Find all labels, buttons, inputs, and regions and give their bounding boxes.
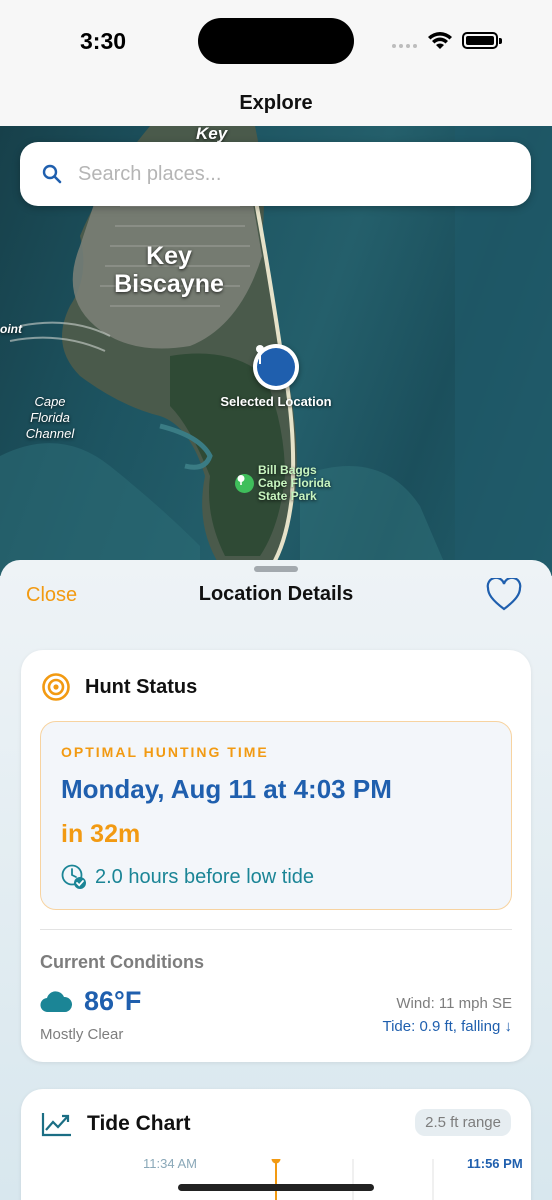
cellular-signal-icon [392, 44, 417, 48]
status-bar: 3:30 [0, 0, 552, 80]
park-icon[interactable] [235, 474, 254, 493]
optimal-time-panel: OPTIMAL HUNTING TIME Monday, Aug 11 at 4… [40, 721, 512, 910]
sheet-title: Location Details [198, 583, 354, 605]
temperature-value: 86°F [84, 986, 142, 1016]
location-details-sheet: Close Location Details Hunt Status OPTIM… [0, 560, 552, 1200]
divider [40, 929, 512, 930]
battery-icon [462, 32, 502, 49]
tide-curve [271, 1159, 434, 1200]
page-title: Explore [239, 91, 313, 114]
tide-relation: 2.0 hours before low tide [61, 864, 314, 890]
map-label-park[interactable]: Bill Baggs Cape Florida State Park [258, 464, 348, 503]
map-label-key-biscayne: Key Biscayne [114, 242, 224, 298]
wind-info: Wind: 11 mph SE [396, 995, 512, 1012]
optimal-time-countdown: in 32m [61, 820, 141, 848]
sheet-grabber[interactable] [254, 566, 298, 572]
hunt-status-header: Hunt Status [41, 672, 197, 702]
sky-condition: Mostly Clear [40, 1026, 124, 1043]
optimal-time-eyebrow: OPTIMAL HUNTING TIME [61, 744, 269, 760]
map-label-point: oint [0, 322, 22, 336]
home-indicator [178, 1184, 374, 1191]
optimal-time-date: Monday, Aug 11 at 4:03 PM [61, 774, 392, 804]
clock-check-icon [61, 864, 86, 889]
map-label-cape-florida-channel: Cape Florida Channel [25, 394, 75, 441]
search-icon [42, 164, 62, 184]
favorite-heart-icon[interactable] [486, 578, 522, 612]
target-icon [42, 673, 70, 701]
tide-chart-title: Tide Chart [87, 1112, 191, 1135]
search-input[interactable] [78, 162, 478, 186]
location-pin-icon[interactable] [253, 344, 299, 390]
hunt-status-title: Hunt Status [85, 675, 198, 698]
search-bar[interactable] [20, 142, 531, 206]
tide-chart-header: Tide Chart [41, 1111, 190, 1137]
tide-relation-text: 2.0 hours before low tide [95, 865, 315, 888]
tide-info: Tide: 0.9 ft, falling ↓ [382, 1018, 512, 1035]
navigation-bar: Explore [0, 80, 552, 126]
cloud-icon [40, 990, 72, 1012]
hunt-status-card: Hunt Status OPTIMAL HUNTING TIME Monday,… [21, 650, 531, 1062]
selected-location-label: Selected Location [220, 394, 332, 409]
status-time: 3:30 [80, 28, 127, 54]
wifi-icon [428, 32, 452, 49]
tide-range-badge: 2.5 ft range [415, 1109, 511, 1136]
current-conditions-heading: Current Conditions [40, 952, 204, 972]
trend-chart-icon [41, 1113, 71, 1137]
dynamic-island [198, 18, 354, 64]
temperature-row: 86°F [40, 986, 141, 1017]
